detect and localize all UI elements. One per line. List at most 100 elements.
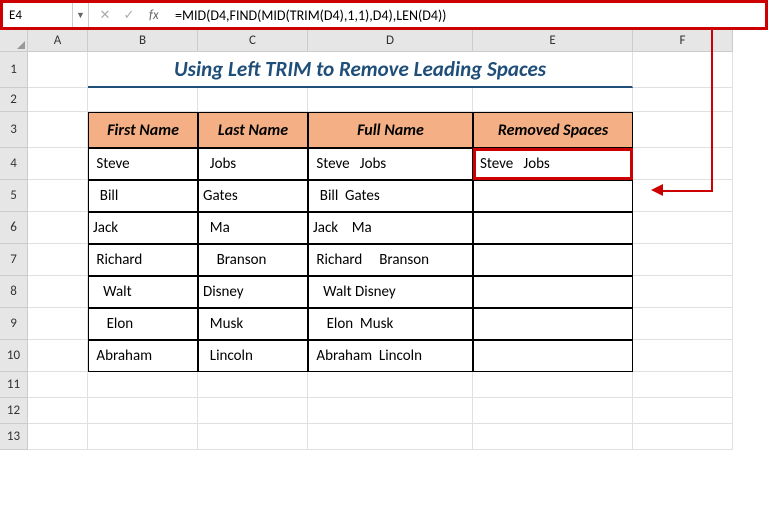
row-header-7[interactable]: 7 bbox=[0, 244, 28, 276]
cell-F9[interactable] bbox=[633, 308, 733, 340]
cell-F13[interactable] bbox=[633, 424, 733, 450]
cell-D13[interactable] bbox=[308, 424, 473, 450]
cell-B9[interactable]: Elon bbox=[88, 308, 198, 340]
formula-input[interactable]: =MID(D4,FIND(MID(TRIM(D4),1,1),D4),LEN(D… bbox=[169, 3, 765, 27]
cell-C11[interactable] bbox=[198, 372, 308, 398]
row-header-11[interactable]: 11 bbox=[0, 372, 28, 398]
cell-B11[interactable] bbox=[88, 372, 198, 398]
cell-B10[interactable]: Abraham bbox=[88, 340, 198, 372]
cell-B6[interactable]: Jack bbox=[88, 212, 198, 244]
header-full-name[interactable]: Full Name bbox=[308, 112, 473, 148]
cell-A2[interactable] bbox=[28, 88, 88, 112]
cell-B13[interactable] bbox=[88, 424, 198, 450]
cell-B4[interactable]: Steve bbox=[88, 148, 198, 180]
cell-D6[interactable]: Jack Ma bbox=[308, 212, 473, 244]
cell-A11[interactable] bbox=[28, 372, 88, 398]
cell-B12[interactable] bbox=[88, 398, 198, 424]
cell-B7[interactable]: Richard bbox=[88, 244, 198, 276]
row-header-12[interactable]: 12 bbox=[0, 398, 28, 424]
cell-E2[interactable] bbox=[473, 88, 633, 112]
enter-icon[interactable]: ✓ bbox=[121, 8, 137, 23]
cancel-icon[interactable]: ✕ bbox=[97, 8, 113, 23]
col-header-C[interactable]: C bbox=[198, 30, 308, 52]
cell-A4[interactable] bbox=[28, 148, 88, 180]
row-header-5[interactable]: 5 bbox=[0, 180, 28, 212]
cell-C2[interactable] bbox=[198, 88, 308, 112]
row-header-8[interactable]: 8 bbox=[0, 276, 28, 308]
row-header-1[interactable]: 1 bbox=[0, 52, 28, 88]
row-header-6[interactable]: 6 bbox=[0, 212, 28, 244]
header-removed-spaces[interactable]: Removed Spaces bbox=[473, 112, 633, 148]
cell-A3[interactable] bbox=[28, 112, 88, 148]
cell-E9[interactable] bbox=[473, 308, 633, 340]
cell-E11[interactable] bbox=[473, 372, 633, 398]
cell-A7[interactable] bbox=[28, 244, 88, 276]
cell-C6[interactable]: Ma bbox=[198, 212, 308, 244]
cell-A10[interactable] bbox=[28, 340, 88, 372]
col-header-F[interactable]: F bbox=[633, 30, 733, 52]
header-last-name[interactable]: Last Name bbox=[198, 112, 308, 148]
cell-A8[interactable] bbox=[28, 276, 88, 308]
cell-C4[interactable]: Jobs bbox=[198, 148, 308, 180]
cell-C9[interactable]: Musk bbox=[198, 308, 308, 340]
col-header-A[interactable]: A bbox=[28, 30, 88, 52]
row-header-13[interactable]: 13 bbox=[0, 424, 28, 450]
cell-E12[interactable] bbox=[473, 398, 633, 424]
cell-D7[interactable]: Richard Branson bbox=[308, 244, 473, 276]
cell-D2[interactable] bbox=[308, 88, 473, 112]
cell-A12[interactable] bbox=[28, 398, 88, 424]
cell-A9[interactable] bbox=[28, 308, 88, 340]
select-all-corner[interactable] bbox=[0, 30, 28, 52]
cell-D10[interactable]: Abraham Lincoln bbox=[308, 340, 473, 372]
cell-F6[interactable] bbox=[633, 212, 733, 244]
row-header-4[interactable]: 4 bbox=[0, 148, 28, 180]
row-header-10[interactable]: 10 bbox=[0, 340, 28, 372]
cell-B8[interactable]: Walt bbox=[88, 276, 198, 308]
cell-B2[interactable] bbox=[88, 88, 198, 112]
cell-F10[interactable] bbox=[633, 340, 733, 372]
cell-E8[interactable] bbox=[473, 276, 633, 308]
cell-D8[interactable]: Walt Disney bbox=[308, 276, 473, 308]
col-header-B[interactable]: B bbox=[88, 30, 198, 52]
cell-F12[interactable] bbox=[633, 398, 733, 424]
row-header-3[interactable]: 3 bbox=[0, 112, 28, 148]
cell-A1[interactable] bbox=[28, 52, 88, 88]
cell-A13[interactable] bbox=[28, 424, 88, 450]
cell-D4[interactable]: Steve Jobs bbox=[308, 148, 473, 180]
cell-C10[interactable]: Lincoln bbox=[198, 340, 308, 372]
cell-A5[interactable] bbox=[28, 180, 88, 212]
cell-F8[interactable] bbox=[633, 276, 733, 308]
cell-E4[interactable]: Steve Jobs bbox=[473, 148, 633, 180]
cell-F7[interactable] bbox=[633, 244, 733, 276]
cell-F3[interactable] bbox=[633, 112, 733, 148]
cell-C12[interactable] bbox=[198, 398, 308, 424]
title-cell[interactable]: Using Left TRIM to Remove Leading Spaces bbox=[88, 52, 633, 88]
header-first-name[interactable]: First Name bbox=[88, 112, 198, 148]
cell-D12[interactable] bbox=[308, 398, 473, 424]
cell-A6[interactable] bbox=[28, 212, 88, 244]
cell-F11[interactable] bbox=[633, 372, 733, 398]
row-header-2[interactable]: 2 bbox=[0, 88, 28, 112]
cell-E10[interactable] bbox=[473, 340, 633, 372]
name-box-dropdown-icon[interactable]: ▼ bbox=[73, 3, 89, 27]
col-header-E[interactable]: E bbox=[473, 30, 633, 52]
col-header-D[interactable]: D bbox=[308, 30, 473, 52]
cell-E6[interactable] bbox=[473, 212, 633, 244]
fx-icon[interactable]: fx bbox=[145, 8, 161, 23]
row-header-9[interactable]: 9 bbox=[0, 308, 28, 340]
cell-D9[interactable]: Elon Musk bbox=[308, 308, 473, 340]
cell-F2[interactable] bbox=[633, 88, 733, 112]
cell-C13[interactable] bbox=[198, 424, 308, 450]
cell-F5[interactable] bbox=[633, 180, 733, 212]
cell-B5[interactable]: Bill bbox=[88, 180, 198, 212]
cell-C8[interactable]: Disney bbox=[198, 276, 308, 308]
cell-F4[interactable] bbox=[633, 148, 733, 180]
cell-D11[interactable] bbox=[308, 372, 473, 398]
cell-E13[interactable] bbox=[473, 424, 633, 450]
cell-F1[interactable] bbox=[633, 52, 733, 88]
name-box[interactable]: E4 bbox=[3, 3, 73, 27]
cell-E5[interactable] bbox=[473, 180, 633, 212]
cell-D5[interactable]: Bill Gates bbox=[308, 180, 473, 212]
cell-C5[interactable]: Gates bbox=[198, 180, 308, 212]
cell-C7[interactable]: Branson bbox=[198, 244, 308, 276]
